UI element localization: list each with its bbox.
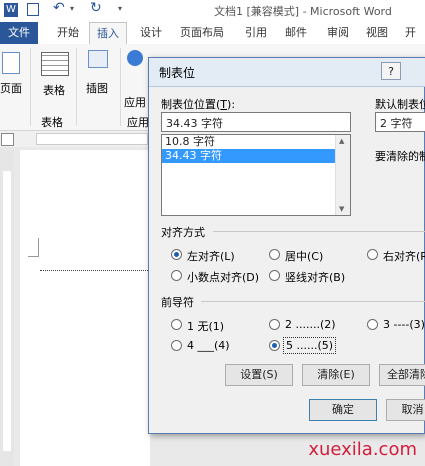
tab-position-label: 制表位位置(T): bbox=[161, 98, 236, 111]
ruler-track bbox=[36, 133, 148, 145]
leader-label: 前导符 bbox=[161, 296, 194, 309]
page-button-label[interactable]: 页面 bbox=[0, 80, 22, 96]
apps-button-label[interactable]: 应用 bbox=[124, 94, 146, 110]
title-bar: W ↶ ▾ ↻ ▾ 文档1 [兼容模式] - Microsoft Word bbox=[0, 0, 425, 22]
align-bar-label[interactable]: 竖线对齐(B) bbox=[285, 269, 345, 285]
tab-selector-icon[interactable] bbox=[1, 133, 14, 146]
scroll-up-icon[interactable]: ▲ bbox=[339, 137, 344, 145]
undo-dropdown-icon[interactable]: ▾ bbox=[70, 4, 74, 13]
cancel-button[interactable]: 取消 bbox=[386, 399, 425, 421]
customize-qat-icon[interactable]: ▾ bbox=[118, 4, 122, 13]
tabs-to-clear-label: 要清除的制 bbox=[375, 150, 425, 163]
list-scrollbar[interactable]: ▲ ▼ bbox=[335, 135, 350, 215]
page-icon[interactable] bbox=[2, 52, 20, 74]
ribbon-separator bbox=[76, 48, 77, 126]
undo-icon[interactable]: ↶ bbox=[53, 0, 65, 16]
tab-position-list-item[interactable]: 10.8 字符 bbox=[162, 135, 350, 149]
radio-unchecked[interactable] bbox=[171, 270, 182, 281]
tab-position-input[interactable]: 34.43 字符 bbox=[161, 112, 351, 132]
leader-none-label[interactable]: 1 无(1) bbox=[187, 318, 224, 334]
apps-group-label: 应用 bbox=[127, 116, 149, 129]
ribbon-tabs: 文件 开始 插入 设计 页面布局 引用 邮件 审阅 视图 开发 bbox=[0, 22, 425, 61]
tab-insert[interactable]: 插入 bbox=[89, 22, 127, 44]
radio-checked[interactable] bbox=[269, 340, 280, 351]
tab-mailings[interactable]: 邮件 bbox=[285, 22, 307, 44]
clear-all-button[interactable]: 全部清除 bbox=[379, 364, 425, 386]
redo-icon[interactable]: ↻ bbox=[90, 0, 102, 16]
document-page[interactable] bbox=[20, 150, 150, 466]
align-decimal-label[interactable]: 小数点对齐(D) bbox=[187, 269, 259, 285]
radio-unchecked[interactable] bbox=[367, 319, 378, 330]
align-center-label[interactable]: 居中(C) bbox=[285, 248, 323, 264]
vertical-ruler bbox=[0, 147, 14, 466]
leader-middle-dots-label[interactable]: 5 ......(5) bbox=[283, 337, 337, 354]
table-icon[interactable] bbox=[41, 52, 69, 76]
dialog-title: 制表位 bbox=[159, 66, 196, 80]
window-title: 文档1 [兼容模式] - Microsoft Word bbox=[214, 5, 392, 18]
leader-divider bbox=[201, 301, 425, 302]
tab-review[interactable]: 审阅 bbox=[327, 22, 349, 44]
tab-home[interactable]: 开始 bbox=[57, 22, 79, 44]
tab-view[interactable]: 视图 bbox=[366, 22, 388, 44]
default-tab-input[interactable]: 2 字符 bbox=[375, 112, 425, 132]
default-tab-label: 默认制表位 bbox=[375, 98, 425, 111]
align-left-label[interactable]: 左对齐(L) bbox=[187, 248, 235, 264]
apps-icon[interactable] bbox=[127, 50, 143, 66]
dialog-titlebar[interactable]: 制表位 ? bbox=[149, 58, 425, 87]
tab-references[interactable]: 引用 bbox=[245, 22, 267, 44]
tab-page-layout[interactable]: 页面布局 bbox=[180, 22, 224, 44]
radio-unchecked[interactable] bbox=[269, 270, 280, 281]
illustrations-icon[interactable] bbox=[88, 50, 108, 68]
tab-file[interactable]: 文件 bbox=[0, 22, 38, 44]
tab-developer[interactable]: 开发 bbox=[405, 22, 425, 61]
leader-dots-label[interactable]: 2 .......(2) bbox=[285, 318, 336, 331]
radio-unchecked[interactable] bbox=[367, 249, 378, 260]
radio-unchecked[interactable] bbox=[171, 319, 182, 330]
radio-checked[interactable] bbox=[171, 249, 182, 260]
alignment-label: 对齐方式 bbox=[161, 226, 205, 239]
illustrations-button-label[interactable]: 插图 bbox=[86, 80, 108, 96]
ok-button[interactable]: 确定 bbox=[309, 399, 377, 421]
radio-unchecked[interactable] bbox=[269, 319, 280, 330]
tab-position-list-item[interactable]: 34.43 字符 bbox=[162, 149, 350, 163]
scroll-down-icon[interactable]: ▼ bbox=[339, 205, 344, 213]
radio-unchecked[interactable] bbox=[171, 340, 182, 351]
leader-dots bbox=[40, 270, 148, 271]
radio-unchecked[interactable] bbox=[269, 249, 280, 260]
ribbon-separator bbox=[120, 48, 121, 126]
vertical-ruler-track bbox=[3, 171, 11, 451]
leader-underline-label[interactable]: 4 ___(4) bbox=[187, 339, 230, 352]
save-icon[interactable] bbox=[27, 3, 39, 16]
table-button-label[interactable]: 表格 bbox=[43, 82, 65, 98]
watermark: xuexila.com bbox=[308, 439, 417, 460]
margin-marker bbox=[28, 238, 39, 257]
alignment-divider bbox=[213, 231, 425, 232]
clear-button[interactable]: 清除(E) bbox=[302, 364, 370, 386]
align-right-label[interactable]: 右对齐(R bbox=[383, 248, 425, 264]
tab-position-list[interactable]: 10.8 字符 34.43 字符 ▲ ▼ bbox=[161, 134, 351, 216]
set-button[interactable]: 设置(S) bbox=[225, 364, 293, 386]
word-icon: W bbox=[4, 3, 18, 17]
ribbon-separator bbox=[30, 48, 31, 126]
help-button[interactable]: ? bbox=[381, 62, 401, 80]
tab-design[interactable]: 设计 bbox=[140, 22, 162, 44]
table-group-label: 表格 bbox=[41, 116, 63, 129]
leader-dashes-label[interactable]: 3 ----(3) bbox=[383, 318, 425, 331]
tabs-dialog: 制表位 ? 制表位位置(T): 34.43 字符 10.8 字符 34.43 字… bbox=[148, 57, 425, 434]
